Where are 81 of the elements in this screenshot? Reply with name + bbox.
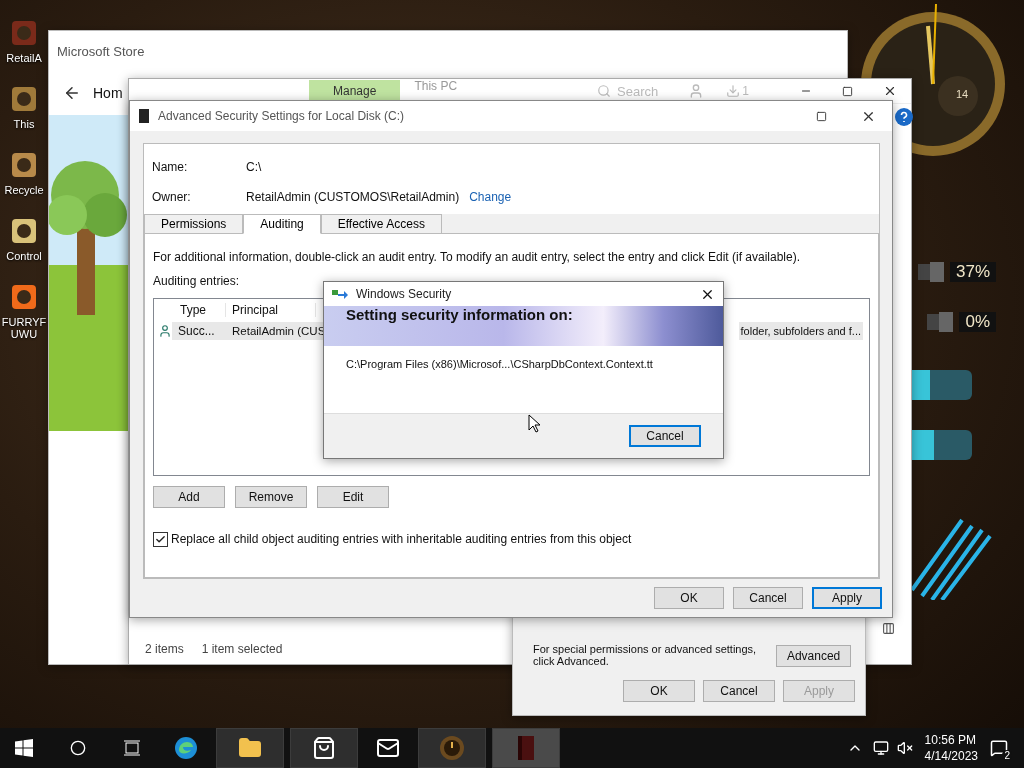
maximize-icon[interactable]: [816, 110, 827, 122]
tab[interactable]: Auditing: [243, 214, 321, 234]
shortcut-label[interactable]: RetailA: [0, 52, 48, 64]
notification-count: 2: [1002, 750, 1012, 761]
back-icon[interactable]: [63, 84, 81, 102]
checkbox-label: Replace all child object auditing entries with inheritable auditing entries from this object: [171, 532, 632, 546]
clock-day: 14: [956, 88, 969, 100]
mail-icon: [376, 736, 400, 760]
dialog-heading: Setting security information on:: [346, 306, 573, 323]
location-title: This PC: [414, 79, 458, 93]
tab[interactable]: Permissions: [144, 214, 244, 234]
note-text: For special permissions or advanced settings,: [533, 643, 757, 655]
field-label: Name:: [152, 160, 189, 174]
list-button[interactable]: Remove: [235, 486, 307, 508]
download-count: 1: [742, 84, 749, 98]
shortcut-icon: [9, 18, 39, 48]
dialog-title: Windows Security: [356, 287, 453, 301]
dialog-button[interactable]: Apply: [812, 587, 882, 609]
maximize-icon[interactable]: [842, 85, 853, 97]
cancel-button[interactable]: Cancel: [629, 425, 701, 447]
shortcut-label[interactable]: Control: [0, 250, 48, 262]
shortcut-label[interactable]: Recycle: [0, 184, 48, 196]
search-icon[interactable]: [70, 740, 86, 756]
field-label: Owner:: [152, 190, 192, 204]
user-icon: [158, 324, 172, 338]
gauge-reading: 0%: [959, 312, 996, 332]
clock-time[interactable]: 10:56 PM: [924, 732, 976, 748]
dialog-button[interactable]: Cancel: [733, 587, 803, 609]
status-text: 1 item selected: [201, 642, 283, 656]
list-button[interactable]: Add: [153, 486, 225, 508]
close-icon[interactable]: [883, 84, 897, 98]
nav-tab[interactable]: Hom: [93, 85, 123, 101]
shortcut-label[interactable]: FURRYF UWU: [0, 316, 48, 340]
book-icon: [516, 735, 536, 761]
network-icon[interactable]: [872, 740, 889, 756]
cursor-icon: [528, 414, 540, 433]
volume-muted-icon[interactable]: [896, 740, 913, 756]
dialog-button[interactable]: Cancel: [703, 680, 775, 702]
note-text: click Advanced.: [533, 655, 609, 667]
advanced-button[interactable]: Advanced: [776, 645, 851, 667]
details-view-icon[interactable]: [882, 621, 895, 635]
section-label: Auditing entries:: [153, 274, 240, 288]
info-text: For additional information, double-click an audit entry. To modify an audit entry, select the entry and click Edit (if available).: [153, 250, 800, 264]
gauge-reading: 37%: [949, 262, 996, 282]
file-path: C:\Program Files (x86)\Microsof...\CSharpDbContext.Context.tt: [346, 358, 653, 370]
shortcut-icon: [9, 216, 39, 246]
shield-arrow-icon: [332, 288, 348, 300]
clock-date[interactable]: 4/14/2023: [924, 748, 978, 764]
shortcut-icon: [9, 150, 39, 180]
window-title: Microsoft Store: [57, 43, 146, 59]
field-value: C:\: [246, 160, 262, 174]
start-icon[interactable]: [15, 739, 33, 757]
dialog-button[interactable]: OK: [623, 680, 695, 702]
search-icon: [597, 84, 612, 98]
clock-icon: [439, 735, 465, 761]
window-title: Advanced Security Settings for Local Disk (C:): [158, 109, 406, 123]
shortcut-icon: [9, 282, 39, 312]
task-view-icon[interactable]: [123, 740, 141, 756]
checkbox[interactable]: [153, 532, 168, 547]
tab[interactable]: Effective Access: [320, 214, 442, 234]
list-cell[interactable]: Succ...: [172, 322, 226, 340]
column-header[interactable]: Type: [174, 303, 226, 317]
folder-icon: [238, 736, 262, 760]
list-cell: folder, subfolders and f...: [738, 322, 863, 340]
checkmark-icon: [155, 534, 166, 545]
status-text: 2 items: [145, 642, 184, 656]
notification-icon[interactable]: [990, 739, 1008, 757]
edge-icon: [174, 736, 198, 760]
shortcut-icon: [9, 84, 39, 114]
change-link[interactable]: Change: [469, 190, 512, 204]
help-icon[interactable]: [895, 108, 913, 126]
shortcut-label[interactable]: This: [0, 118, 48, 130]
field-value: RetailAdmin (CUSTOMOS\RetailAdmin): [246, 190, 460, 204]
gauge-drawing: [917, 262, 944, 282]
column-header[interactable]: Principal: [226, 303, 316, 317]
gauge-drawing: [927, 312, 954, 332]
list-button[interactable]: Edit: [317, 486, 389, 508]
shopping-bag-icon: [312, 736, 336, 760]
dialog-button[interactable]: OK: [654, 587, 724, 609]
ribbon-tab[interactable]: Manage: [309, 80, 401, 102]
drive-icon: [138, 108, 150, 124]
